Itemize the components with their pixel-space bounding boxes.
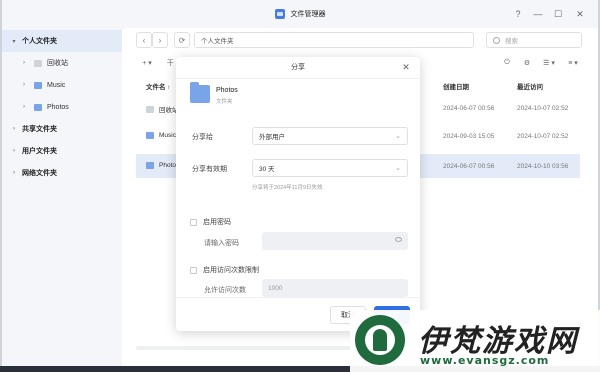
share-with-select[interactable]: 外部用户 ⌄ — [252, 127, 408, 145]
folder-icon — [34, 103, 42, 111]
caret-right-icon[interactable]: › — [20, 104, 28, 110]
sidebar-item-label: 共享文件夹 — [22, 126, 57, 133]
recycle-bin-icon — [146, 105, 154, 113]
help-button[interactable]: ? — [512, 8, 524, 20]
shared-item-type: 文件夹 — [216, 99, 233, 105]
sort-button[interactable]: ≡ ▾ — [564, 56, 582, 70]
recycle-bin-icon — [34, 59, 42, 67]
folder-icon — [190, 82, 210, 103]
caret-right-icon[interactable]: › — [20, 60, 28, 66]
validity-select[interactable]: 30 天 ⌄ — [252, 159, 408, 177]
caret-right-icon[interactable]: › — [10, 126, 18, 132]
last-access-date: 2024-10-07 02:52 — [517, 105, 569, 112]
password-field — [262, 232, 408, 250]
maximize-button[interactable]: ☐ — [552, 8, 564, 20]
file-name: Music — [159, 132, 176, 139]
chevron-down-icon: ⌄ — [395, 165, 401, 172]
caret-right-icon[interactable]: › — [20, 82, 28, 88]
created-date: 2024-06-07 00:56 — [443, 105, 495, 112]
sidebar-item-user-folder[interactable]: › 用户文件夹 — [2, 140, 122, 162]
search-icon — [493, 36, 500, 44]
window-title: 文件管理器 — [290, 11, 326, 18]
path-bar[interactable]: 个人文件夹 — [194, 32, 474, 48]
dialog-title: 分享 — [176, 57, 420, 79]
password-checkbox[interactable]: 启用密码 — [190, 217, 231, 227]
sidebar-item-photos[interactable]: › Photos — [2, 96, 122, 118]
sidebar-item-personal-folder[interactable]: ▾ 个人文件夹 — [2, 30, 122, 52]
search-placeholder: 搜索 — [505, 38, 518, 45]
sidebar-item-label: 回收站 — [47, 60, 68, 67]
watermark-logo-icon — [355, 315, 405, 365]
close-icon[interactable]: ✕ — [400, 62, 412, 73]
sidebar-item-network-folder[interactable]: › 网络文件夹 — [2, 162, 122, 184]
created-date: 2024-06-07 00:56 — [443, 163, 495, 170]
sidebar-item-shared-folder[interactable]: › 共享文件夹 — [2, 118, 122, 140]
validity-value: 30 天 — [259, 166, 275, 173]
column-header-created[interactable]: 创建日期 — [443, 81, 469, 91]
forward-button[interactable]: › — [152, 32, 168, 48]
caret-right-icon[interactable]: › — [10, 148, 18, 154]
access-limit-checkbox[interactable]: 启用访问次数限制 — [190, 265, 259, 275]
navigation-toolbar: ‹ › ⟳ 个人文件夹 搜索 — [122, 28, 598, 52]
password-label: 请输入密码 — [204, 240, 239, 247]
minimize-button[interactable]: — — [532, 8, 544, 20]
validity-hint: 分享将于2024年11月9日失效 — [252, 185, 323, 191]
eye-icon — [395, 237, 402, 242]
checkbox[interactable] — [190, 266, 197, 274]
sidebar-item-music[interactable]: › Music — [2, 74, 122, 96]
caret-down-icon[interactable]: ▾ — [10, 38, 18, 45]
folder-icon — [146, 132, 154, 139]
column-header-name[interactable]: 文件名 ↑ — [146, 81, 171, 91]
validity-label: 分享有效期 — [192, 166, 227, 173]
task-icon[interactable]: ⏻ — [500, 56, 514, 70]
share-with-value: 外部用户 — [259, 134, 285, 141]
password-checkbox-label: 启用密码 — [203, 219, 231, 226]
watermark-url: www.evansgz.com — [420, 354, 550, 367]
sidebar-item-label: Music — [47, 81, 66, 89]
access-limit-label: 允许访问次数 — [204, 287, 246, 294]
checkbox[interactable] — [190, 218, 197, 226]
access-limit-checkbox-label: 启用访问次数限制 — [203, 267, 259, 274]
shared-item-name: Photos — [216, 87, 238, 94]
watermark: 伊梵游戏网 www.evansgz.com — [350, 310, 600, 372]
sidebar-item-label: 个人文件夹 — [22, 38, 57, 45]
add-button[interactable]: + ▾ — [136, 56, 158, 70]
file-manager-icon — [274, 9, 285, 19]
created-date: 2024-09-03 15:05 — [443, 133, 495, 140]
folder-icon — [34, 81, 42, 89]
refresh-button[interactable]: ⟳ — [174, 32, 190, 48]
sidebar-item-label: Photos — [47, 103, 69, 111]
share-dialog: 分享 ✕ Photos 文件夹 分享给 外部用户 ⌄ 分享有效期 30 天 ⌄ … — [176, 57, 420, 331]
last-access-date: 2024-10-10 03:56 — [517, 163, 569, 170]
search-input[interactable]: 搜索 — [486, 32, 582, 48]
column-header-last-access[interactable]: 最近访问 — [517, 81, 543, 91]
sidebar-item-recycle-bin[interactable]: › 回收站 — [2, 52, 122, 74]
chevron-down-icon: ⌄ — [395, 133, 401, 140]
settings-icon[interactable]: ⚙ — [520, 56, 534, 70]
sidebar-item-label: 网络文件夹 — [22, 170, 57, 177]
share-with-label: 分享给 — [192, 134, 213, 141]
view-mode-button[interactable]: ☰ ▾ — [540, 56, 558, 70]
back-button[interactable]: ‹ — [136, 32, 152, 48]
title-bar: 文件管理器 — [2, 0, 598, 28]
last-access-date: 2024-10-07 02:52 — [517, 133, 569, 140]
sidebar: ▾ 个人文件夹 › 回收站 › Music › Photos › 共享文件夹 ›… — [2, 28, 122, 366]
access-limit-field: 1000 — [262, 279, 408, 297]
close-button[interactable]: ✕ — [574, 8, 586, 20]
folder-icon — [146, 162, 154, 169]
sidebar-item-label: 用户文件夹 — [22, 148, 57, 155]
caret-right-icon[interactable]: › — [10, 170, 18, 176]
